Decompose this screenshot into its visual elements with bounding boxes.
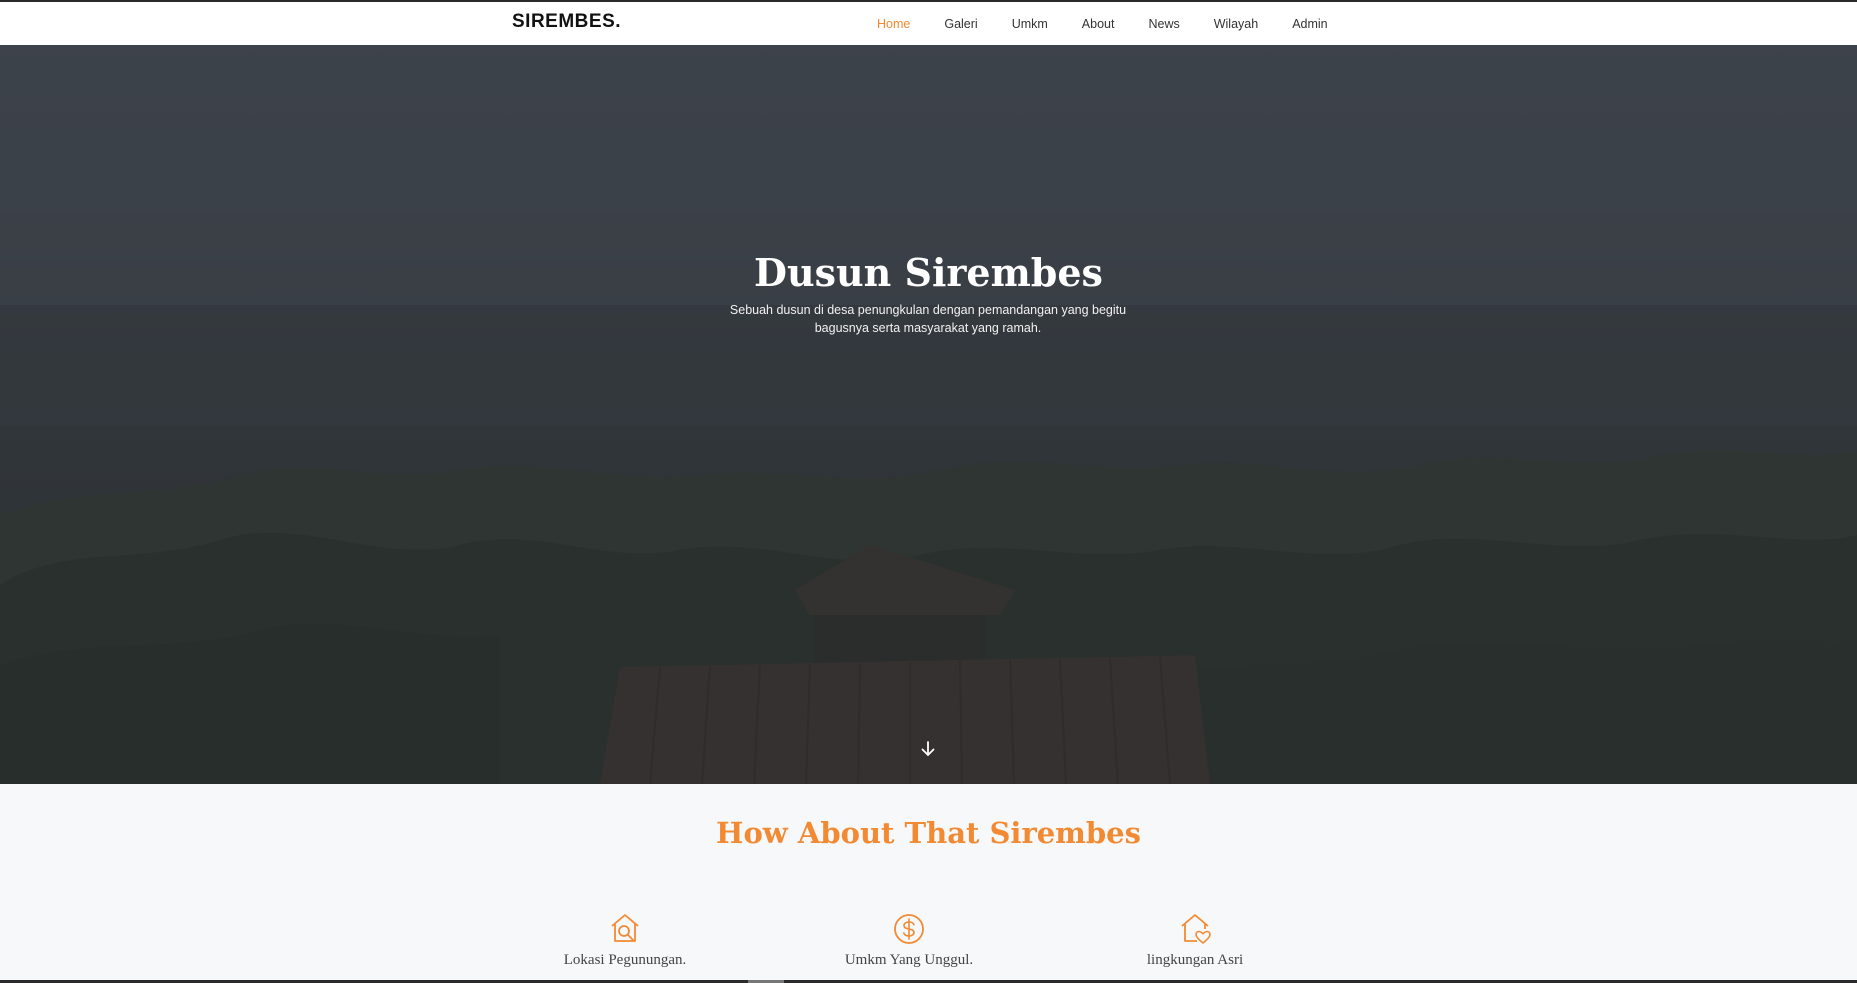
nav-item-wilayah[interactable]: Wilayah bbox=[1214, 17, 1258, 31]
nav-item-home[interactable]: Home bbox=[877, 17, 910, 31]
hero-background-landscape bbox=[0, 45, 1857, 784]
feature-umkm-unggul: Umkm Yang Unggul. bbox=[779, 912, 1039, 969]
house-search-icon bbox=[611, 914, 639, 942]
feature-lingkungan-asri: lingkungan Asri bbox=[1065, 912, 1325, 969]
nav-item-umkm[interactable]: Umkm bbox=[1012, 17, 1048, 31]
feature-label: lingkungan Asri bbox=[1146, 952, 1244, 968]
hero-subtitle: Sebuah dusun di desa penungkulan dengan … bbox=[729, 303, 1127, 335]
brand-logo[interactable]: SIREMBES. bbox=[512, 11, 621, 33]
nav-item-about[interactable]: About bbox=[1082, 17, 1115, 31]
hero-title: Dusun Sirembes bbox=[754, 250, 1103, 295]
section-title: How About That Sirembes bbox=[716, 816, 1141, 850]
arrow-down-icon[interactable] bbox=[918, 739, 938, 759]
dollar-coin-icon bbox=[894, 914, 924, 944]
feature-label: Umkm Yang Unggul. bbox=[844, 952, 974, 968]
house-heart-icon bbox=[1181, 914, 1211, 944]
nav-item-admin[interactable]: Admin bbox=[1292, 17, 1327, 31]
nav-item-news[interactable]: News bbox=[1148, 17, 1179, 31]
feature-label: Lokasi Pegunungan. bbox=[563, 952, 687, 968]
page: SIREMBES. Home Galeri Umkm About News Wi… bbox=[0, 0, 1857, 983]
nav-item-galeri[interactable]: Galeri bbox=[944, 17, 977, 31]
top-navbar: SIREMBES. Home Galeri Umkm About News Wi… bbox=[0, 0, 1857, 45]
nav-menu: Home Galeri Umkm About News Wilayah Admi… bbox=[860, 2, 1345, 45]
feature-lokasi-pegunungan: Lokasi Pegunungan. bbox=[495, 912, 755, 969]
hero-banner: Dusun Sirembes Sebuah dusun di desa penu… bbox=[0, 45, 1857, 784]
about-section: How About That Sirembes Lokasi Pegununga… bbox=[0, 784, 1857, 980]
